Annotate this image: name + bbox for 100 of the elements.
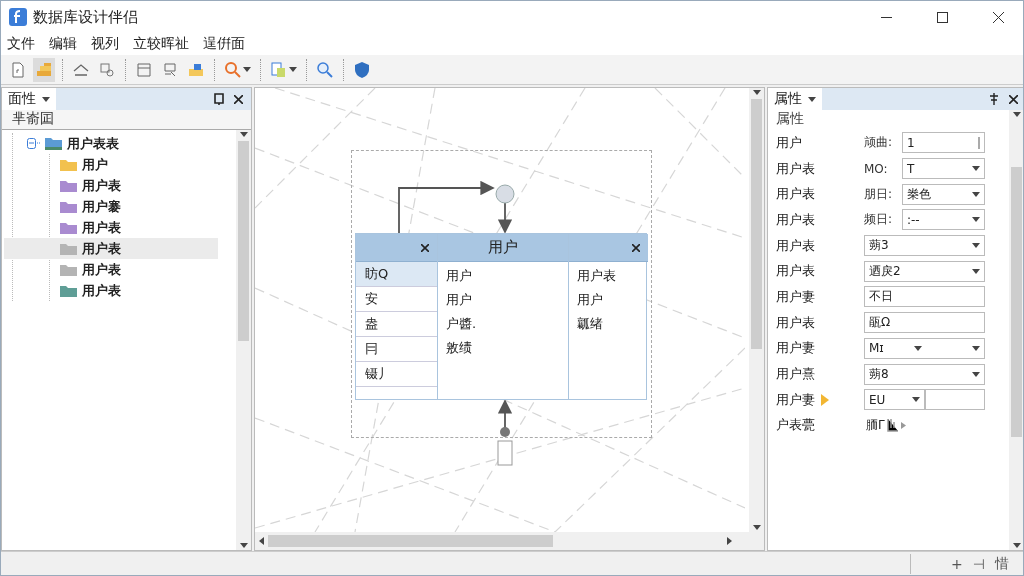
tree-item[interactable]: 用户表 xyxy=(82,218,121,237)
property-value: 胹Γ xyxy=(866,416,885,434)
scroll-up-icon xyxy=(752,90,761,95)
collapse-icon[interactable] xyxy=(27,138,40,149)
copy-icon xyxy=(270,60,288,79)
arrow-icon xyxy=(900,421,906,429)
tree-item[interactable]: 用户 xyxy=(82,155,108,174)
connector-arrow xyxy=(497,399,513,429)
connector-arrow xyxy=(497,202,513,234)
caret-icon xyxy=(243,67,251,72)
tree-item[interactable]: 用户表表 xyxy=(67,134,119,153)
property-label: 用户妻 xyxy=(776,390,815,409)
caret-icon xyxy=(289,67,297,72)
caret-icon xyxy=(972,268,980,274)
caret-icon xyxy=(972,191,980,197)
status-item: + xyxy=(951,555,963,572)
caret-icon xyxy=(42,96,50,102)
minimize-icon[interactable] xyxy=(880,16,892,18)
table-icon xyxy=(886,418,899,433)
caret-icon xyxy=(911,397,920,403)
scroll-down-icon xyxy=(752,525,761,530)
folder-icon xyxy=(60,242,77,255)
tree-item[interactable]: 用户表 xyxy=(82,176,121,195)
scroll-right-icon xyxy=(727,537,732,545)
tree-item[interactable]: 用户表 xyxy=(82,239,121,258)
text-field[interactable]: 不日 xyxy=(864,286,985,308)
dropdown-field[interactable]: 蒴8 xyxy=(864,363,985,385)
dropdown-field[interactable]: 桊色 xyxy=(902,183,985,205)
status-item: 惜 xyxy=(995,554,1009,573)
folder-icon xyxy=(60,179,77,192)
new-file-icon[interactable] xyxy=(9,60,27,79)
shield-icon[interactable] xyxy=(353,60,371,79)
entity-field[interactable]: 眆Q xyxy=(356,262,437,287)
menu-item[interactable]: 视列 xyxy=(91,35,119,53)
scrollbar[interactable] xyxy=(236,130,251,550)
field-label: 颃曲: xyxy=(864,134,894,152)
dropdown-field[interactable]: T xyxy=(902,158,985,180)
dropdown-field[interactable]: :-- xyxy=(902,209,985,231)
pin-icon[interactable] xyxy=(989,93,999,105)
tree-item[interactable]: 用户表 xyxy=(82,260,121,279)
menu-item[interactable]: 逞倂面 xyxy=(203,35,245,53)
entity-field: 户醬. xyxy=(438,312,568,336)
property-label: 用户熹 xyxy=(776,365,815,384)
close-icon[interactable] xyxy=(992,11,1004,23)
property-label: 用户表 xyxy=(776,236,815,255)
entity-title: 用户 xyxy=(438,234,568,262)
property-label: 用户表 xyxy=(776,210,815,229)
section-title: 属性 xyxy=(775,110,805,128)
panel-subtitle: 芈嵛囸 xyxy=(2,110,251,130)
scrollbar[interactable] xyxy=(749,88,764,532)
close-icon[interactable] xyxy=(421,243,429,252)
property-label: 户表甍 xyxy=(776,416,815,435)
folder-icon xyxy=(60,284,77,297)
panel-tab[interactable]: 面性 xyxy=(2,88,56,110)
entity-field: 用户 xyxy=(569,288,648,312)
scroll-up-icon xyxy=(1012,112,1021,117)
maximize-icon[interactable] xyxy=(936,11,948,23)
text-field[interactable]: 瓹Ω xyxy=(864,312,985,334)
caret-icon xyxy=(972,345,980,351)
property-label: 用户表 xyxy=(776,313,815,332)
scroll-up-icon xyxy=(239,132,248,137)
search-icon xyxy=(224,60,242,79)
field-label: MO: xyxy=(864,161,889,176)
pin-icon[interactable] xyxy=(214,93,224,105)
dropdown-field[interactable]: 迺戾2 xyxy=(864,260,985,282)
dropdown-field[interactable]: EU xyxy=(864,389,925,411)
dropdown-field[interactable]: 蒴3 xyxy=(864,235,985,257)
close-icon[interactable] xyxy=(234,94,243,104)
connector-node[interactable] xyxy=(495,184,515,204)
entity-field: 用户 xyxy=(438,288,568,312)
status-item: ⊣ xyxy=(972,555,985,572)
menu-item[interactable]: 文件 xyxy=(7,35,35,53)
input-field[interactable] xyxy=(924,389,985,411)
close-icon[interactable] xyxy=(1009,94,1018,104)
tree-item[interactable]: 用户褰 xyxy=(82,197,121,216)
entity-field: 瓤绪 xyxy=(569,312,648,336)
dropdown-field[interactable]: Mɪ xyxy=(864,337,985,359)
entity-table[interactable]: 眆Q 安 盎 冃 镊丿 用户 用户 用户 户醬. 敫绩 用户表 用户 瓤绪 xyxy=(355,233,647,400)
caret-icon xyxy=(972,243,980,249)
entity-field: 用户表 xyxy=(569,264,648,288)
field-label: 频日: xyxy=(864,211,894,229)
property-label: 用户 xyxy=(776,133,802,152)
field-label: 朋日: xyxy=(864,185,894,203)
panel-tab[interactable]: 属性 xyxy=(768,88,822,110)
zoom-icon[interactable] xyxy=(316,60,334,79)
property-label: 用户表 xyxy=(776,185,815,204)
menu-item[interactable]: 立较晖祉 xyxy=(133,35,189,53)
close-icon[interactable] xyxy=(632,243,640,252)
connector-dot[interactable] xyxy=(500,427,510,437)
text-field[interactable]: 1 xyxy=(902,132,985,154)
folder-icon xyxy=(60,200,77,213)
scroll-left-icon xyxy=(259,537,264,545)
horizontal-scrollbar[interactable] xyxy=(255,532,764,550)
window-title: 数据库设计伴侣 xyxy=(33,7,139,27)
search-list-icon[interactable] xyxy=(98,60,116,79)
folder-icon xyxy=(60,221,77,234)
menu-item[interactable]: 编辑 xyxy=(49,35,77,53)
scrollbar[interactable] xyxy=(1009,110,1023,550)
tree-item[interactable]: 用户表 xyxy=(82,281,121,300)
entity-field: 敫绩 xyxy=(438,336,568,360)
